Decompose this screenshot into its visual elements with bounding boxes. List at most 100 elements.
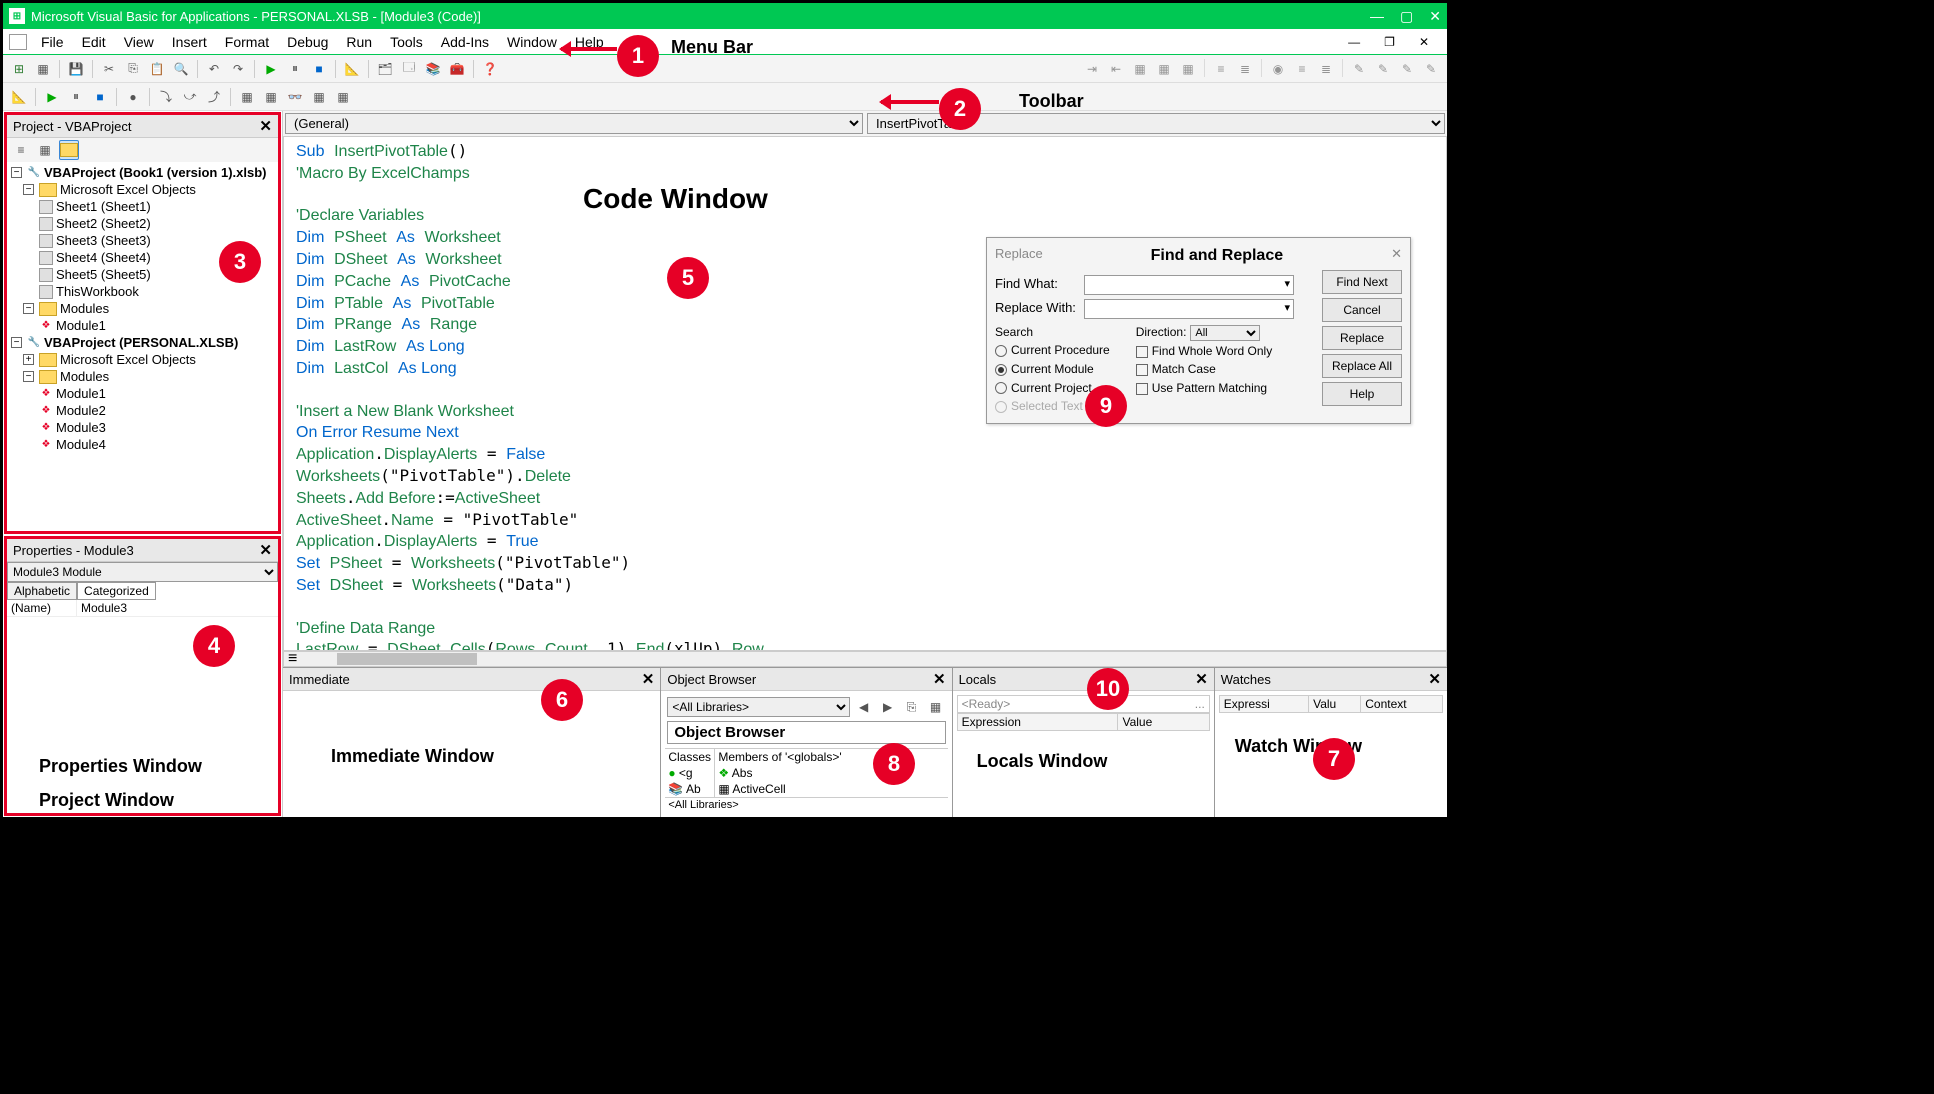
reset-icon[interactable]: ■ (309, 59, 329, 79)
tb-icon[interactable]: ✎ (1349, 59, 1369, 79)
mdi-restore[interactable]: ❐ (1376, 33, 1403, 51)
radio-current-procedure[interactable] (995, 345, 1007, 357)
project-explorer-icon[interactable]: 🗂 (375, 59, 395, 79)
code-object-select[interactable]: (General) (285, 113, 863, 134)
radio-current-project[interactable] (995, 382, 1007, 394)
tab-categorized[interactable]: Categorized (77, 582, 156, 600)
menu-addins[interactable]: Add-Ins (433, 32, 497, 52)
replace-button[interactable]: Replace (1322, 326, 1402, 350)
close-icon[interactable]: ✕ (1391, 246, 1402, 267)
back-icon[interactable]: ◀ (854, 697, 874, 717)
tb-icon[interactable]: ≡ (1211, 59, 1231, 79)
cancel-button[interactable]: Cancel (1322, 298, 1402, 322)
view-code-icon[interactable]: ≡ (11, 140, 31, 160)
break-icon[interactable]: ⏸ (285, 59, 305, 79)
radio-current-module[interactable] (995, 364, 1007, 376)
help-button[interactable]: Help (1322, 382, 1402, 406)
pause-icon[interactable]: ⏸ (66, 87, 86, 107)
property-name-value[interactable]: Module3 (77, 600, 131, 616)
minimize-button[interactable]: — (1370, 8, 1384, 25)
checkbox-whole-word[interactable] (1136, 346, 1148, 358)
fwd-icon[interactable]: ▶ (878, 697, 898, 717)
step-over-icon[interactable]: ⤻ (180, 87, 200, 107)
tb-icon[interactable]: ✎ (1421, 59, 1441, 79)
tb-icon[interactable]: ≣ (1235, 59, 1255, 79)
redo-icon[interactable]: ↷ (228, 59, 248, 79)
tb-icon[interactable]: ▦ (1178, 59, 1198, 79)
menu-view[interactable]: View (116, 32, 162, 52)
breakpoint-icon[interactable]: ● (123, 87, 143, 107)
undo-icon[interactable]: ↶ (204, 59, 224, 79)
run-icon[interactable]: ▶ (42, 87, 62, 107)
view-object-icon[interactable]: ▦ (35, 140, 55, 160)
tb-icon[interactable]: ▦ (1154, 59, 1174, 79)
replace-with-input[interactable] (1084, 299, 1294, 319)
close-icon[interactable]: ✕ (1195, 670, 1208, 688)
copy-icon[interactable]: ⎘ (123, 59, 143, 79)
project-tree[interactable]: −🔧VBAProject (Book1 (version 1).xlsb) −M… (7, 162, 278, 531)
tb-icon[interactable]: ◉ (1268, 59, 1288, 79)
maximize-button[interactable]: ▢ (1400, 8, 1413, 25)
design-icon[interactable]: 📐 (9, 87, 29, 107)
close-button[interactable]: ✕ (1429, 8, 1441, 25)
toolbox-icon[interactable]: 🧰 (447, 59, 467, 79)
annotation-badge-6: 6 (541, 679, 583, 721)
find-next-button[interactable]: Find Next (1322, 270, 1402, 294)
step-into-icon[interactable]: ⤵ (156, 87, 176, 107)
indent-icon[interactable]: ⇥ (1082, 59, 1102, 79)
immediate-input[interactable]: Immediate Window (283, 691, 660, 817)
paste-icon[interactable]: 📋 (147, 59, 167, 79)
tb-icon[interactable]: ▦ (1130, 59, 1150, 79)
tb-icon[interactable]: ✎ (1397, 59, 1417, 79)
menu-run[interactable]: Run (338, 32, 380, 52)
cut-icon[interactable]: ✂ (99, 59, 119, 79)
menu-insert[interactable]: Insert (164, 32, 215, 52)
find-icon[interactable]: 🔍 (171, 59, 191, 79)
close-icon[interactable]: ✕ (259, 541, 272, 559)
library-select[interactable]: <All Libraries> (667, 697, 849, 717)
locals-icon[interactable]: ▦ (237, 87, 257, 107)
object-browser-icon[interactable]: 📚 (423, 59, 443, 79)
callstack-icon[interactable]: ▦ (333, 87, 353, 107)
code-editor[interactable]: Sub InsertPivotTable() 'Macro By ExcelCh… (283, 136, 1447, 651)
tb-icon[interactable]: ≡ (1292, 59, 1312, 79)
properties-object-select[interactable]: Module3 Module (7, 562, 278, 582)
outdent-icon[interactable]: ⇤ (1106, 59, 1126, 79)
checkbox-match-case[interactable] (1136, 364, 1148, 376)
replace-tab[interactable]: Replace (995, 246, 1043, 267)
immediate-icon[interactable]: ▦ (261, 87, 281, 107)
insert-module-icon[interactable]: ▦ (33, 59, 53, 79)
step-out-icon[interactable]: ⤴ (204, 87, 224, 107)
menu-debug[interactable]: Debug (279, 32, 336, 52)
close-icon[interactable]: ✕ (1428, 670, 1441, 688)
close-icon[interactable]: ✕ (642, 670, 655, 688)
direction-select[interactable]: All (1190, 325, 1260, 341)
stop-icon[interactable]: ■ (90, 87, 110, 107)
properties-icon[interactable]: 🗔 (399, 59, 419, 79)
help-icon[interactable]: ❓ (480, 59, 500, 79)
design-mode-icon[interactable]: 📐 (342, 59, 362, 79)
excel-return-icon[interactable]: ⊞ (9, 59, 29, 79)
checkbox-pattern[interactable] (1136, 383, 1148, 395)
menu-edit[interactable]: Edit (74, 32, 114, 52)
menu-tools[interactable]: Tools (382, 32, 431, 52)
replace-all-button[interactable]: Replace All (1322, 354, 1402, 378)
tb-icon[interactable]: ✎ (1373, 59, 1393, 79)
close-icon[interactable]: ✕ (259, 117, 272, 135)
close-icon[interactable]: ✕ (933, 670, 946, 688)
menu-file[interactable]: File (33, 32, 72, 52)
save-icon[interactable]: 💾 (66, 59, 86, 79)
run-icon[interactable]: ▶ (261, 59, 281, 79)
find-what-input[interactable] (1084, 275, 1294, 295)
tb-icon[interactable]: ≣ (1316, 59, 1336, 79)
tab-alphabetic[interactable]: Alphabetic (7, 582, 77, 600)
copy-icon[interactable]: ⎘ (902, 697, 922, 717)
folder-toggle-icon[interactable] (59, 140, 79, 160)
mdi-minimize[interactable]: — (1340, 33, 1368, 51)
menu-format[interactable]: Format (217, 32, 277, 52)
quickwatch-icon[interactable]: ▦ (309, 87, 329, 107)
watch-icon[interactable]: 👓 (285, 87, 305, 107)
view-def-icon[interactable]: ▦ (926, 697, 946, 717)
horizontal-scrollbar[interactable]: ≡ (283, 651, 1447, 667)
mdi-close[interactable]: ✕ (1411, 33, 1437, 51)
